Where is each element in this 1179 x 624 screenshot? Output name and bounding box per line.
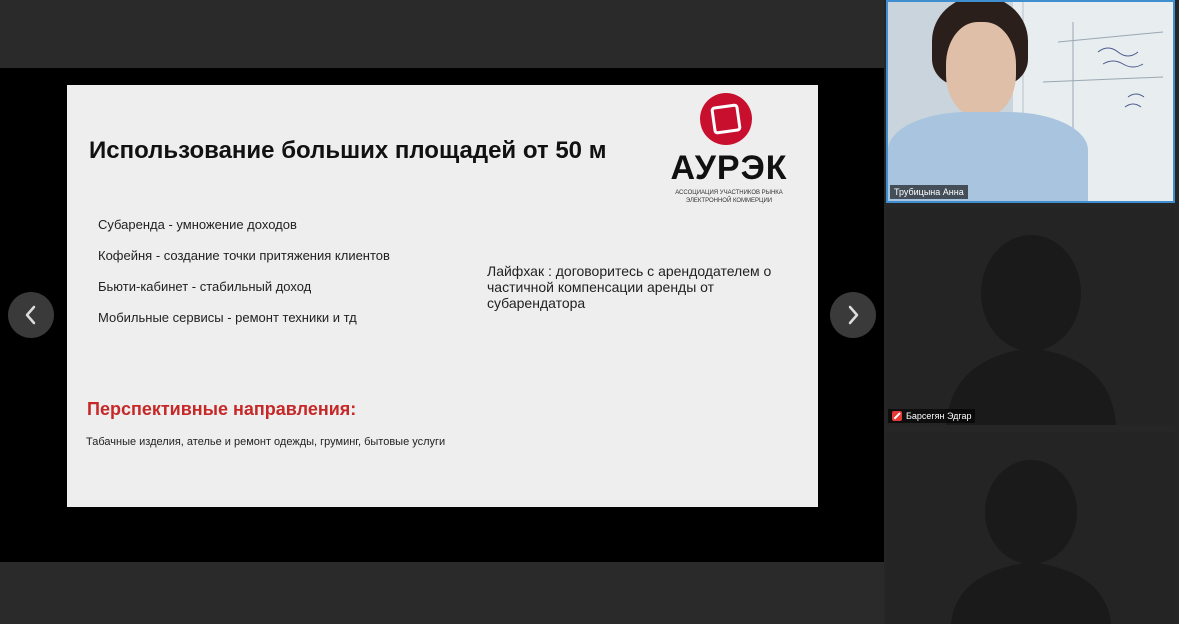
slide-bullet: Бьюти-кабинет - стабильный доход: [98, 279, 312, 294]
previous-slide-button[interactable]: [8, 292, 54, 338]
aurek-logo: АУРЭК АССОЦИАЦИЯ УЧАСТНИКОВ РЫНКА ЭЛЕКТР…: [659, 91, 799, 211]
participant-name: Барсегян Эдгар: [906, 411, 972, 421]
participant-tile[interactable]: [886, 432, 1175, 624]
muted-mic-icon: [892, 411, 902, 421]
participant-tile[interactable]: Барсегян Эдгар: [886, 208, 1175, 425]
participant-name-tag: Трубицына Анна: [890, 185, 968, 199]
participant-name: Трубицына Анна: [894, 187, 964, 197]
avatar-silhouette-icon: [946, 235, 1116, 425]
logo-emblem-icon: [700, 93, 752, 145]
participant-tile-active-speaker[interactable]: Трубицына Анна: [886, 0, 1175, 203]
slide-bullet: Мобильные сервисы - ремонт техники и тд: [98, 310, 357, 325]
chevron-left-icon: [25, 305, 36, 325]
next-slide-button[interactable]: [830, 292, 876, 338]
chevron-right-icon: [848, 305, 859, 325]
slide-title: Использование больших площадей от 50 м: [89, 137, 607, 164]
participant-name-tag: Барсегян Эдгар: [888, 409, 976, 423]
logo-subtitle: АССОЦИАЦИЯ УЧАСТНИКОВ РЫНКА ЭЛЕКТРОННОЙ …: [675, 190, 783, 204]
slide-perspective-text: Табачные изделия, ателье и ремонт одежды…: [86, 436, 446, 448]
video-conference-window: Использование больших площадей от 50 м А…: [0, 0, 1179, 624]
presentation-slide: Использование больших площадей от 50 м А…: [67, 85, 818, 507]
slide-bullet: Субаренда - умножение доходов: [98, 217, 297, 232]
slide-perspective-title: Перспективные направления:: [87, 399, 357, 419]
speaker-face: [946, 22, 1016, 117]
logo-name: АУРЭК: [670, 149, 788, 187]
avatar-silhouette-icon: [951, 460, 1111, 624]
slide-bullet: Кофейня - создание точки притяжения клие…: [98, 248, 390, 263]
screen-share-area: Использование больших площадей от 50 м А…: [0, 0, 884, 624]
slide-lifehack-note: Лайфхак : договоритесь с арендодателем о…: [487, 263, 772, 311]
